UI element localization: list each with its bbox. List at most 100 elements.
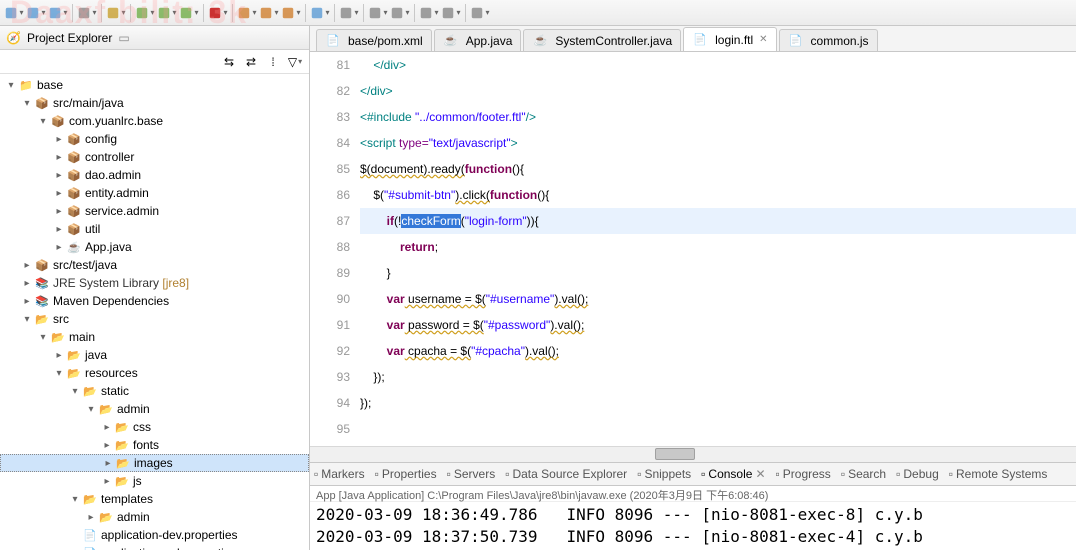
tree-twisty[interactable]: ▸ (52, 224, 66, 235)
debug-button[interactable] (135, 3, 155, 23)
tree-twisty[interactable]: ▾ (68, 494, 82, 505)
bottom-tab-properties[interactable]: ▫Properties (375, 467, 437, 481)
link-editor-icon[interactable]: ⇄ (241, 52, 261, 72)
tree-item-java[interactable]: ▸📂java (0, 346, 309, 364)
collapse-all-icon[interactable]: ⇆ (219, 52, 239, 72)
tree-twisty[interactable]: ▾ (68, 386, 82, 397)
bottom-tab-data-source-explorer[interactable]: ▫Data Source Explorer (505, 467, 627, 481)
tree-twisty[interactable]: ▾ (4, 80, 18, 91)
line-content[interactable]: $(document).ready(function(){ (360, 156, 524, 182)
code-line-83[interactable]: 83<#include "../common/footer.ftl"/> (310, 104, 1076, 130)
horizontal-scrollbar[interactable] (310, 446, 1076, 462)
tree-item-maven-dependencies[interactable]: ▸📚Maven Dependencies (0, 292, 309, 310)
code-line-90[interactable]: 90 var username = $("#username").val(); (310, 286, 1076, 312)
line-content[interactable]: </div> (360, 78, 393, 104)
line-content[interactable]: $("#submit-btn").click(function(){ (360, 182, 549, 208)
tree-twisty[interactable]: ▸ (52, 350, 66, 361)
tree-item-fonts[interactable]: ▸📂fonts (0, 436, 309, 454)
tree-item-images[interactable]: ▸📂images (0, 454, 309, 472)
code-line-81[interactable]: 81 </div> (310, 52, 1076, 78)
bottom-tab-markers[interactable]: ▫Markers (314, 467, 365, 481)
tree-twisty[interactable]: ▾ (52, 368, 66, 379)
line-content[interactable]: </div> (360, 52, 406, 78)
tab-base-pom-xml[interactable]: 📄base/pom.xml (316, 29, 432, 51)
code-line-82[interactable]: 82</div> (310, 78, 1076, 104)
tree-item-application-dev-properties[interactable]: 📄application-dev.properties (0, 526, 309, 544)
code-line-88[interactable]: 88 return; (310, 234, 1076, 260)
build-button[interactable] (106, 3, 126, 23)
tree-item-jre-system-library-jre8-[interactable]: ▸📚JRE System Library [jre8] (0, 274, 309, 292)
tree-item-app-java[interactable]: ▸☕App.java (0, 238, 309, 256)
code-line-84[interactable]: 84<script type="text/javascript"> (310, 130, 1076, 156)
code-line-89[interactable]: 89 } (310, 260, 1076, 286)
bottom-tab-progress[interactable]: ▫Progress (776, 467, 831, 481)
line-content[interactable]: var cpacha = $("#cpacha").val(); (360, 338, 559, 364)
code-line-85[interactable]: 85$(document).ready(function(){ (310, 156, 1076, 182)
tree-item-config[interactable]: ▸📦config (0, 130, 309, 148)
task-button[interactable] (339, 3, 359, 23)
print-button[interactable] (77, 3, 97, 23)
code-editor[interactable]: 81 </div>82</div>83<#include "../common/… (310, 52, 1076, 446)
tree-twisty[interactable]: ▸ (52, 242, 66, 253)
line-content[interactable]: var username = $("#username").val(); (360, 286, 588, 312)
bottom-tab-search[interactable]: ▫Search (841, 467, 886, 481)
tree-twisty[interactable]: ▸ (52, 134, 66, 145)
line-content[interactable]: <#include "../common/footer.ftl"/> (360, 104, 536, 130)
newclass-button[interactable] (259, 3, 279, 23)
code-line-95[interactable]: 95 (310, 416, 1076, 442)
bottom-tab-console[interactable]: ▫Console ✕ (701, 467, 765, 481)
tree-item-admin[interactable]: ▾📂admin (0, 400, 309, 418)
line-content[interactable]: } (360, 260, 391, 286)
tree-twisty[interactable]: ▸ (100, 476, 114, 487)
save-button[interactable] (26, 3, 46, 23)
tree-twisty[interactable]: ▸ (20, 296, 34, 307)
line-content[interactable]: var password = $("#password").val(); (360, 312, 584, 338)
tree-item-static[interactable]: ▾📂static (0, 382, 309, 400)
tree-twisty[interactable]: ▸ (101, 458, 115, 469)
tree-twisty[interactable]: ▾ (36, 332, 50, 343)
tree-item-resources[interactable]: ▾📂resources (0, 364, 309, 382)
tree-item-src-main-java[interactable]: ▾📦src/main/java (0, 94, 309, 112)
line-content[interactable]: if(!checkForm("login-form")){ (360, 208, 539, 234)
tree-item-entity-admin[interactable]: ▸📦entity.admin (0, 184, 309, 202)
tree-item-application-prd-properties[interactable]: 📄application-prd.properties (0, 544, 309, 550)
tree-twisty[interactable]: ▸ (100, 422, 114, 433)
code-line-93[interactable]: 93 }); (310, 364, 1076, 390)
bottom-tab-servers[interactable]: ▫Servers (447, 467, 496, 481)
tree-twisty[interactable]: ▸ (52, 170, 66, 181)
tree-item-src-test-java[interactable]: ▸📦src/test/java (0, 256, 309, 274)
newpkg-button[interactable] (237, 3, 257, 23)
tree-item-controller[interactable]: ▸📦controller (0, 148, 309, 166)
back-button[interactable] (368, 3, 388, 23)
tree-item-com-yuanlrc-base[interactable]: ▾📦com.yuanlrc.base (0, 112, 309, 130)
tree-item-templates[interactable]: ▾📂templates (0, 490, 309, 508)
tab-common-js[interactable]: 📄common.js (779, 29, 878, 51)
tree-twisty[interactable]: ▾ (36, 116, 50, 127)
code-line-87[interactable]: 87 if(!checkForm("login-form")){ (310, 208, 1076, 234)
tree-twisty[interactable]: ▾ (20, 98, 34, 109)
saveall-button[interactable] (48, 3, 68, 23)
close-icon[interactable]: ✕ (759, 34, 767, 45)
tree-item-dao-admin[interactable]: ▸📦dao.admin (0, 166, 309, 184)
bottom-tab-remote-systems[interactable]: ▫Remote Systems (949, 467, 1048, 481)
code-line-91[interactable]: 91 var password = $("#password").val(); (310, 312, 1076, 338)
tree-twisty[interactable]: ▸ (84, 512, 98, 523)
line-content[interactable]: return; (360, 234, 438, 260)
nav2-button[interactable] (441, 3, 461, 23)
tree-item-css[interactable]: ▸📂css (0, 418, 309, 436)
close-icon[interactable]: ✕ (755, 467, 765, 481)
tree-item-js[interactable]: ▸📂js (0, 472, 309, 490)
tab-systemcontroller-java[interactable]: ☕SystemController.java (523, 29, 681, 51)
code-line-92[interactable]: 92 var cpacha = $("#cpacha").val(); (310, 338, 1076, 364)
project-tree[interactable]: ▾📁base▾📦src/main/java▾📦com.yuanlrc.base▸… (0, 74, 309, 550)
tree-twisty[interactable]: ▾ (84, 404, 98, 415)
line-content[interactable]: }); (360, 364, 385, 390)
tree-twisty[interactable]: ▸ (52, 206, 66, 217)
scrollbar-thumb[interactable] (655, 448, 695, 460)
line-content[interactable]: }); (360, 390, 371, 416)
minimize-icon[interactable]: ▭ (118, 31, 129, 45)
code-line-94[interactable]: 94}); (310, 390, 1076, 416)
tree-item-base[interactable]: ▾📁base (0, 76, 309, 94)
run-button[interactable] (157, 3, 177, 23)
search-button[interactable] (310, 3, 330, 23)
